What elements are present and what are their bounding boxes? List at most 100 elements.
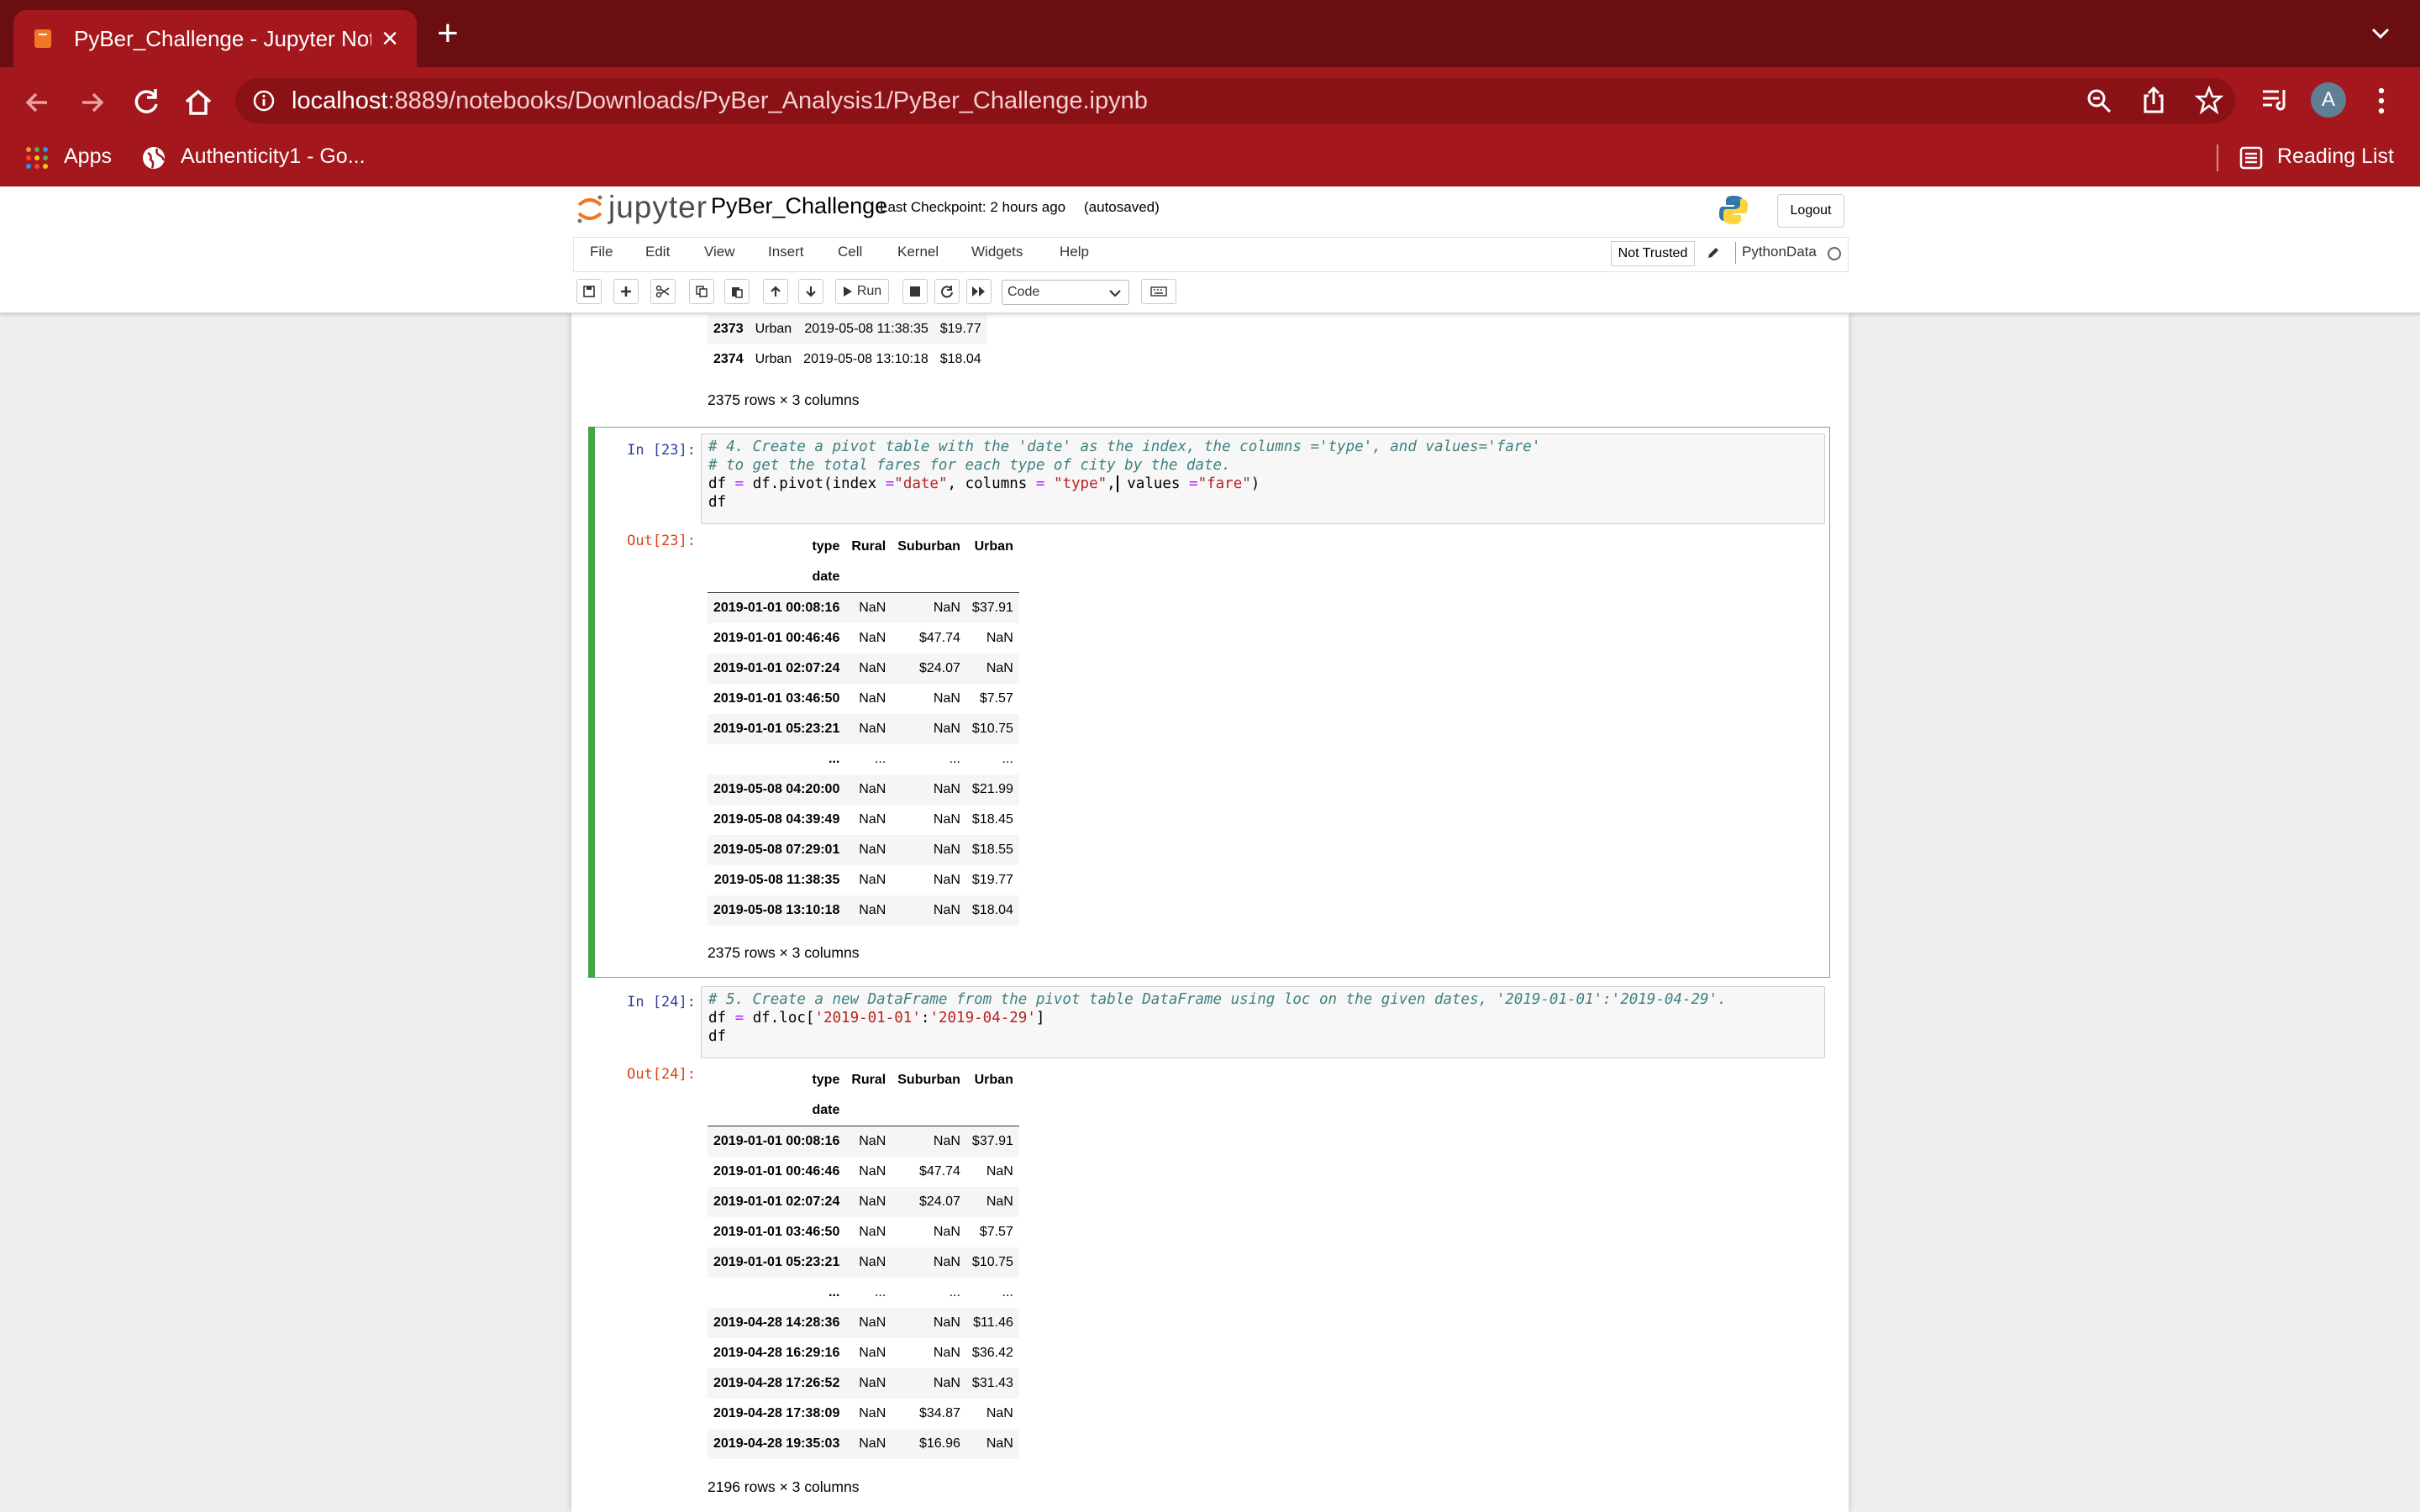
code-cell-editor[interactable]: # 4. Create a pivot table with the 'date… — [701, 433, 1825, 524]
url-text[interactable]: localhost:8889/notebooks/Downloads/PyBer… — [292, 87, 1148, 115]
active-tab[interactable]: PyBer_Challenge - Jupyter Not × — [13, 10, 417, 67]
interrupt-button[interactable] — [902, 279, 928, 304]
reading-list-icon[interactable] — [2239, 146, 2263, 170]
output-shape: 2375 rows × 3 columns — [708, 944, 860, 961]
header-spacer — [966, 1095, 1019, 1126]
input-prompt: In [24]: — [627, 994, 696, 1011]
browser-menu-icon[interactable] — [2376, 86, 2386, 116]
paste-button[interactable] — [724, 279, 750, 304]
not-trusted-button[interactable]: Not Trusted — [1611, 241, 1695, 266]
new-tab-icon[interactable]: + — [437, 15, 459, 52]
cell-type-select[interactable]: Code — [1002, 280, 1129, 305]
output-prompt: Out[23]: — [627, 533, 696, 549]
table-row: 2019-04-28 17:38:09 NaN $34.87 NaN — [708, 1399, 1019, 1429]
command-palette-button[interactable] — [1141, 279, 1176, 304]
table-cell: NaN — [933, 843, 960, 857]
reload-icon[interactable] — [128, 84, 165, 121]
table-cell: $16.96 — [918, 1436, 960, 1451]
table-row: 2019-04-28 17:26:52 NaN NaN $31.43 — [708, 1368, 1019, 1399]
menu-widgets[interactable]: Widgets — [971, 244, 1023, 260]
table-row: 2019-05-08 04:20:00 NaN NaN $21.99 — [708, 774, 1019, 805]
menu-help[interactable]: Help — [1060, 244, 1089, 260]
table-header: type Rural Suburban Urban date — [708, 532, 1019, 593]
move-down-button[interactable] — [798, 279, 823, 304]
forward-icon[interactable] — [74, 84, 111, 121]
menu-cell[interactable]: Cell — [838, 244, 862, 260]
globe-icon — [143, 147, 166, 169]
profile-avatar[interactable]: A — [2311, 82, 2346, 118]
row-index: ... — [829, 752, 840, 766]
table-cell: $18.55 — [971, 843, 1013, 857]
table-cell: $7.57 — [979, 1225, 1013, 1239]
table-row: 2019-01-01 02:07:24 NaN $24.07 NaN — [708, 654, 1019, 684]
menu-insert[interactable]: Insert — [768, 244, 804, 260]
tab-close-icon[interactable]: × — [381, 23, 398, 55]
table-cell: NaN — [933, 1346, 960, 1360]
table-cell: $36.42 — [971, 1346, 1013, 1360]
jupyter-logo-text[interactable]: jupyter — [608, 190, 708, 225]
edit-pencil-icon[interactable] — [1706, 245, 1721, 260]
previous-output-table-fragment: 2373 Urban 2019-05-08 11:38:35 $19.77 23… — [708, 314, 987, 375]
reading-mode-icon[interactable] — [2260, 87, 2291, 113]
output-dataframe: type Rural Suburban Urban date 2019-01-0… — [708, 532, 1019, 926]
bookmark-star-icon[interactable] — [2195, 86, 2223, 114]
copy-button[interactable] — [689, 279, 714, 304]
home-icon[interactable] — [180, 84, 217, 121]
logout-button[interactable]: Logout — [1777, 194, 1844, 228]
table-cell: ... — [949, 752, 960, 766]
table-cell: NaN — [933, 722, 960, 736]
row-index: 2019-05-08 04:20:00 — [713, 782, 840, 796]
move-up-button[interactable] — [763, 279, 788, 304]
table-row: 2019-01-01 03:46:50 NaN NaN $7.57 — [708, 1217, 1019, 1247]
table-cell: NaN — [986, 1194, 1013, 1209]
row-index: 2019-04-28 14:28:36 — [713, 1315, 840, 1330]
table-cell: NaN — [859, 1436, 886, 1451]
table-row: 2019-05-08 13:10:18 NaN NaN $18.04 — [708, 895, 1019, 926]
back-icon[interactable] — [18, 84, 55, 121]
cut-button[interactable] — [650, 279, 676, 304]
column-header-urban: Urban — [974, 539, 1013, 554]
table-cell: Urban — [755, 322, 792, 336]
share-icon[interactable] — [2140, 86, 2167, 114]
table-cell: NaN — [859, 1406, 886, 1420]
jupyter-logo-icon[interactable] — [576, 193, 604, 225]
index-name: date — [812, 570, 840, 584]
tab-search-chevron-icon[interactable] — [2370, 25, 2391, 42]
plus-icon — [621, 286, 631, 297]
output-shape: 2196 rows × 3 columns — [708, 1478, 860, 1495]
table-cell: NaN — [933, 903, 960, 917]
restart-button[interactable] — [934, 279, 960, 304]
save-button[interactable] — [576, 279, 602, 304]
header-spacer — [845, 1095, 892, 1126]
table-cell: NaN — [859, 1194, 886, 1209]
table-cell: $10.75 — [971, 722, 1013, 736]
zoom-icon[interactable] — [2086, 87, 2112, 114]
table-cell: NaN — [859, 661, 886, 675]
restart-run-all-button[interactable] — [966, 279, 992, 304]
prev-table-body: 2373 Urban 2019-05-08 11:38:35 $19.77 23… — [708, 314, 987, 375]
row-index: 2019-05-08 07:29:01 — [713, 843, 840, 857]
table-cell: NaN — [859, 873, 886, 887]
menu-view[interactable]: View — [704, 244, 735, 260]
run-button[interactable]: Run — [835, 279, 889, 304]
reading-list-button[interactable]: Reading List — [2277, 144, 2394, 169]
insert-cell-button[interactable] — [613, 279, 639, 304]
table-cell: $11.46 — [973, 1315, 1013, 1330]
apps-grid-icon[interactable] — [25, 146, 49, 170]
notebook-name[interactable]: PyBer_Challenge — [711, 193, 887, 219]
row-index: 2019-01-01 05:23:21 — [713, 1255, 840, 1269]
columns-name: type — [812, 539, 840, 554]
bookmark-authenticity[interactable]: Authenticity1 - Go... — [181, 144, 366, 169]
menu-file[interactable]: File — [590, 244, 613, 260]
table-cell: $19.77 — [971, 873, 1013, 887]
menu-kernel[interactable]: Kernel — [897, 244, 939, 260]
site-info-icon[interactable] — [252, 89, 276, 113]
table-cell: $18.04 — [939, 352, 981, 366]
code-cell-editor[interactable]: # 5. Create a new DataFrame from the piv… — [701, 986, 1825, 1058]
menu-edit[interactable]: Edit — [645, 244, 670, 260]
cell-type-value: Code — [1007, 285, 1040, 299]
table-row: 2019-01-01 00:08:16 NaN NaN $37.91 — [708, 592, 1019, 623]
bookmark-apps[interactable]: Apps — [64, 144, 112, 169]
scissors-icon — [655, 285, 670, 298]
table-cell: NaN — [859, 1225, 886, 1239]
